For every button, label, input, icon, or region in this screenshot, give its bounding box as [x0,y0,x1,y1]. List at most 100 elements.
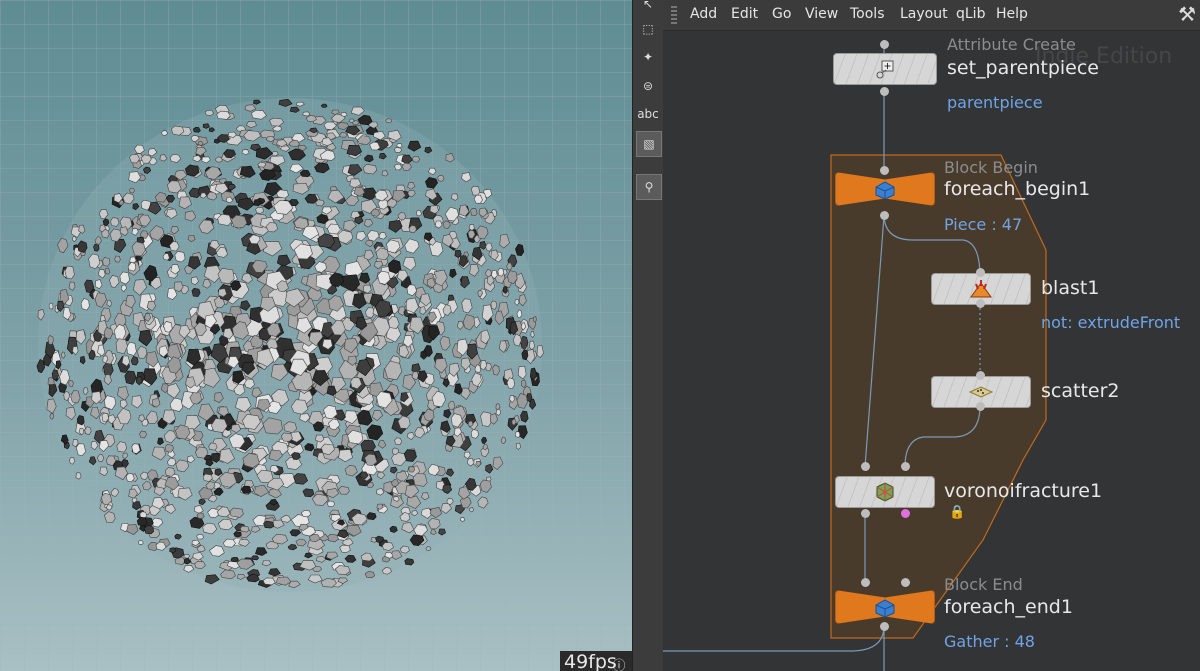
viewport-scene[interactable] [0,0,632,671]
input-connector[interactable] [976,268,985,277]
fractured-sphere[interactable] [36,98,544,592]
output-connector[interactable] [976,299,985,308]
output-connector[interactable] [880,622,889,631]
fracture-piece [280,432,293,442]
menu-layout[interactable]: Layout [900,6,948,22]
fracture-piece [196,533,204,540]
fracture-piece [102,257,111,267]
box-select-icon[interactable]: ⬚ [636,17,660,41]
input-connector[interactable] [976,371,985,380]
fracture-piece [64,265,75,280]
node-name[interactable]: blast1 [1041,277,1099,299]
node-name[interactable]: voronoifracture1 [944,480,1102,502]
fracture-piece [473,194,483,204]
text-tool-button[interactable]: abc [636,102,660,126]
menu-help[interactable]: Help [996,6,1028,22]
node-voronoifracture[interactable] [835,476,935,508]
fracture-piece [174,251,186,263]
network-editor[interactable]: Indie Edition Attribute Create set_paren… [663,0,1200,671]
fracture-piece [76,415,85,426]
fracture-piece [47,335,54,345]
fracture-piece [413,472,428,487]
node-type-label: Block End [944,575,1023,594]
fracture-piece [217,213,232,226]
attribcreate-icon [876,60,894,79]
fracture-piece [490,300,498,310]
fracture-piece [470,428,479,439]
node-type-label: Attribute Create [947,35,1076,54]
fracture-piece [93,243,100,252]
menu-tools[interactable]: Tools [850,6,885,22]
menu-qlib[interactable]: qLib [956,6,985,22]
menu-edit[interactable]: Edit [731,6,758,22]
block-begin-icon [875,181,895,200]
node-comment: not: extrudeFront [1041,313,1181,332]
fracture-piece [251,555,260,561]
fracture-piece [385,118,393,124]
snap-tool-icon[interactable]: ✦ [636,45,660,69]
input-connector[interactable] [901,578,910,587]
location-pin-icon[interactable]: ⚲ [636,174,662,200]
output-connector[interactable] [880,87,889,96]
fracture-piece [208,442,218,451]
fracture-piece [230,556,239,563]
node-name[interactable]: foreach_end1 [944,596,1073,618]
fracture-piece [126,341,137,356]
node-name[interactable]: set_parentpiece [947,57,1099,79]
fracture-piece [394,163,403,171]
output-connector-secondary[interactable] [901,509,910,518]
node-name[interactable]: foreach_begin1 [944,178,1090,200]
input-connector[interactable] [880,40,889,49]
fracture-piece [240,485,252,494]
scatter-icon [968,386,994,398]
fracture-piece [514,431,521,438]
input-connector[interactable] [880,166,889,175]
fracture-piece [470,185,481,196]
fracture-piece [520,410,529,423]
viewport-3d[interactable]: 49fps ⓘ [0,0,632,671]
fracture-piece [229,507,244,518]
network-wires [663,40,1047,671]
fracture-piece [411,156,421,163]
display-options-icon[interactable]: ⊜ [636,74,660,98]
fracture-piece [362,163,378,175]
fracture-piece [104,267,111,275]
output-connector[interactable] [880,211,889,220]
wrench-icon[interactable]: ⚒ [1178,2,1196,26]
fracture-piece [48,302,54,310]
input-connector[interactable] [861,578,870,587]
menu-add[interactable]: Add [690,6,717,22]
fracture-piece [119,271,130,285]
select-tool-icon[interactable]: ↖ [636,0,660,16]
menu-view[interactable]: View [805,6,838,22]
fracture-piece [68,380,74,388]
fracture-piece [404,558,415,566]
fracture-piece [216,110,231,120]
output-connector[interactable] [861,509,870,518]
block-end-icon [875,599,895,618]
output-connector[interactable] [976,402,985,411]
fracture-piece [364,571,375,579]
info-icon[interactable]: ⓘ [611,655,627,671]
fracture-piece [437,174,445,182]
fracture-piece [394,437,403,446]
network-menubar: Add Edit Go View Tools Layout qLib Help … [663,0,1200,31]
fracture-piece [263,520,275,529]
fracture-piece [110,217,120,227]
input-connector[interactable] [901,462,910,471]
fracture-piece [302,488,315,498]
menu-go[interactable]: Go [772,6,791,22]
voronoi-icon [876,482,894,502]
background-image-icon[interactable]: ▧ [636,131,662,157]
fracture-piece [262,577,276,586]
node-name[interactable]: scatter2 [1041,380,1119,402]
fracture-piece [326,500,336,507]
input-connector[interactable] [861,462,870,471]
drag-handle-icon[interactable] [671,6,677,24]
fracture-piece [239,525,250,533]
fracture-piece [497,267,505,277]
node-type-label: Block Begin [944,158,1038,177]
blast-icon [970,280,992,298]
lock-icon[interactable]: 🔒 [949,505,965,520]
node-attribcreate[interactable] [833,53,937,85]
